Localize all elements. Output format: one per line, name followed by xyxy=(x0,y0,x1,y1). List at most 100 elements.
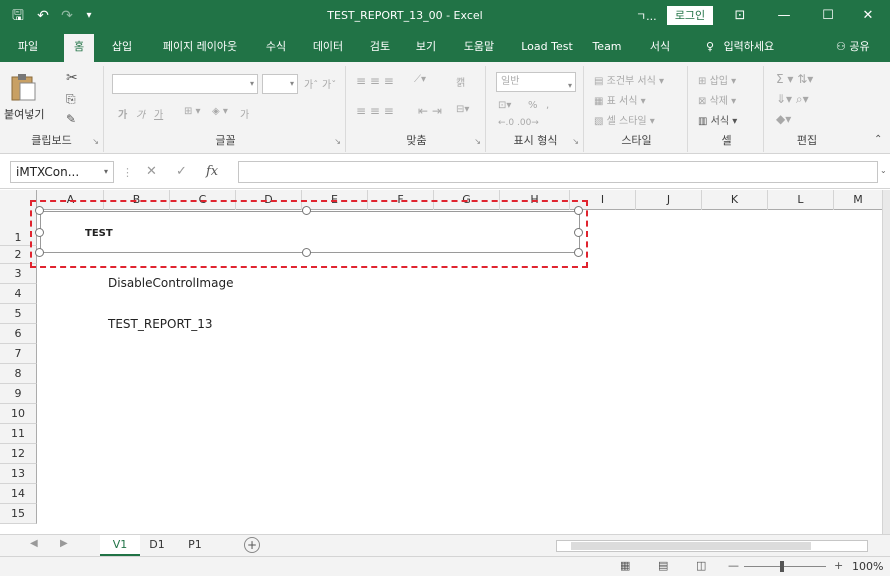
format-painter-icon[interactable]: ✎ xyxy=(66,112,76,126)
paste-label[interactable]: 붙여넣기 xyxy=(4,106,44,122)
merge-icon[interactable]: ⊟▾ xyxy=(456,104,469,115)
undo-icon[interactable]: ↶ xyxy=(34,0,52,32)
cell-styles-button[interactable]: ▧ 셀 스타일 ▾ xyxy=(594,112,655,127)
sheet-tab-v1[interactable]: V1 xyxy=(100,535,140,556)
account-name[interactable]: ㄱ... xyxy=(636,8,657,24)
row-header[interactable]: 5 xyxy=(0,304,37,324)
font-size-combo[interactable]: ▾ xyxy=(262,74,298,94)
close-button[interactable]: ✕ xyxy=(848,0,888,32)
decimal-icon[interactable]: ←.0 .00→ xyxy=(498,118,539,128)
page-break-view-icon[interactable]: ◫ xyxy=(696,559,706,572)
tab-load-test[interactable]: Load Test xyxy=(514,32,580,62)
name-box[interactable]: iMTXCon... ▾ xyxy=(10,161,114,183)
clipboard-launcher-icon[interactable]: ↘ xyxy=(92,137,99,146)
fill-color-icon[interactable]: ◈ ▾ xyxy=(212,106,228,117)
shrink-font-icon[interactable]: 가ˇ xyxy=(322,76,336,91)
collapse-ribbon-icon[interactable]: ⌃ xyxy=(874,134,882,145)
format-cells-button[interactable]: ▥ 서식 ▾ xyxy=(698,112,737,127)
underline-icon[interactable]: 가 xyxy=(154,106,163,121)
bold-icon[interactable]: 가 xyxy=(118,106,127,121)
scroll-thumb[interactable] xyxy=(571,542,811,550)
sheet-tab-p1[interactable]: P1 xyxy=(178,535,212,556)
format-table-button[interactable]: ▦ 표 서식 ▾ xyxy=(594,92,646,107)
accounting-icon[interactable]: ⊡▾ xyxy=(498,100,511,111)
tab-page-layout[interactable]: 페이지 레이아웃 xyxy=(150,32,250,62)
cut-icon[interactable]: ✂ xyxy=(66,70,78,86)
add-sheet-button[interactable]: + xyxy=(244,537,260,553)
tab-review[interactable]: 검토 xyxy=(362,32,398,62)
sheet-tab-d1[interactable]: D1 xyxy=(142,535,172,556)
column-header[interactable]: K xyxy=(702,190,768,210)
zoom-in-icon[interactable]: + xyxy=(834,559,843,572)
row-header[interactable]: 12 xyxy=(0,444,37,464)
comma-icon[interactable]: , xyxy=(546,100,549,111)
enter-icon[interactable]: ✓ xyxy=(176,164,187,179)
insert-cells-button[interactable]: ⊞ 삽입 ▾ xyxy=(698,72,736,87)
column-header[interactable]: M xyxy=(834,190,882,210)
cell-b3[interactable]: DisableControlImage xyxy=(108,276,233,290)
tab-insert[interactable]: 삽입 xyxy=(104,32,140,62)
column-header[interactable]: L xyxy=(768,190,834,210)
zoom-level[interactable]: 100% xyxy=(852,560,883,573)
row-header[interactable]: 9 xyxy=(0,384,37,404)
normal-view-icon[interactable]: ▦ xyxy=(620,559,630,572)
delete-cells-button[interactable]: ⊠ 삭제 ▾ xyxy=(698,92,736,107)
share-button[interactable]: ⚇ 공유 xyxy=(836,32,870,62)
zoom-slider-thumb[interactable] xyxy=(780,561,784,572)
login-button[interactable]: 로그인 xyxy=(667,6,713,25)
cancel-icon[interactable]: ✕ xyxy=(146,164,157,179)
vertical-scrollbar[interactable] xyxy=(882,190,890,534)
alignment-launcher-icon[interactable]: ↘ xyxy=(474,137,481,146)
row-header[interactable]: 6 xyxy=(0,324,37,344)
customize-qat-icon[interactable]: ▾ xyxy=(82,0,96,32)
align-top-icon[interactable]: ≡ ≡ ≡ xyxy=(356,74,394,88)
font-launcher-icon[interactable]: ↘ xyxy=(334,137,341,146)
number-launcher-icon[interactable]: ↘ xyxy=(572,137,579,146)
save-icon[interactable]: 🖫 xyxy=(8,0,28,32)
tab-formulas[interactable]: 수식 xyxy=(258,32,294,62)
percent-icon[interactable]: % xyxy=(528,100,538,111)
paste-icon[interactable] xyxy=(8,72,38,102)
horizontal-scrollbar[interactable] xyxy=(556,540,868,552)
zoom-slider-track[interactable] xyxy=(744,566,826,567)
autosum-icon[interactable]: Σ ▾ ⇅▾ xyxy=(776,72,813,86)
ribbon-display-icon[interactable]: ⊡ xyxy=(720,0,760,32)
border-icon[interactable]: ⊞ ▾ xyxy=(184,106,201,117)
insert-function-icon[interactable]: fx xyxy=(206,164,218,179)
column-header[interactable]: J xyxy=(636,190,702,210)
redo-icon[interactable]: ↷ xyxy=(58,0,76,32)
row-header[interactable]: 10 xyxy=(0,404,37,424)
tell-me-search[interactable]: ♀ 입력하세요 xyxy=(706,32,774,62)
grow-font-icon[interactable]: 가ˆ xyxy=(304,76,318,91)
zoom-out-icon[interactable]: — xyxy=(728,559,739,572)
restore-button[interactable]: ☐ xyxy=(808,0,848,32)
font-name-combo[interactable]: ▾ xyxy=(112,74,258,94)
font-color-icon[interactable]: 가 xyxy=(240,106,249,121)
row-header[interactable]: 4 xyxy=(0,284,37,304)
tab-help[interactable]: 도움말 xyxy=(454,32,504,62)
tab-view[interactable]: 보기 xyxy=(408,32,444,62)
italic-icon[interactable]: 가 xyxy=(136,106,145,121)
orientation-icon[interactable]: ⟋▾ xyxy=(414,74,426,85)
prev-sheet-icon[interactable]: ◀ xyxy=(30,538,38,549)
row-header[interactable]: 15 xyxy=(0,504,37,524)
tab-home[interactable]: 홈 xyxy=(64,34,94,62)
tab-data[interactable]: 데이터 xyxy=(306,32,350,62)
indent-icon[interactable]: ⇤ ⇥ xyxy=(418,104,442,118)
cell-b5[interactable]: TEST_REPORT_13 xyxy=(108,317,213,331)
row-header[interactable]: 8 xyxy=(0,364,37,384)
row-header[interactable]: 7 xyxy=(0,344,37,364)
clear-icon[interactable]: ◆▾ xyxy=(776,112,791,126)
number-format-combo[interactable]: 일반 ▾ xyxy=(496,72,576,92)
row-header[interactable]: 14 xyxy=(0,484,37,504)
conditional-format-button[interactable]: ▤ 조건부 서식 ▾ xyxy=(594,72,664,87)
row-header[interactable]: 11 xyxy=(0,424,37,444)
page-layout-view-icon[interactable]: ▤ xyxy=(658,559,668,572)
wrap-text-icon[interactable]: 캙 xyxy=(456,74,465,89)
align-left-icon[interactable]: ≡ ≡ ≡ xyxy=(356,104,394,118)
tab-file[interactable]: 파일 xyxy=(10,32,46,62)
expand-formula-icon[interactable]: ⌄ xyxy=(880,166,887,175)
copy-icon[interactable]: ⎘ xyxy=(66,92,76,107)
chevron-down-icon[interactable]: ▾ xyxy=(104,162,108,182)
fill-icon[interactable]: ⇓▾ ⌕▾ xyxy=(776,92,809,107)
